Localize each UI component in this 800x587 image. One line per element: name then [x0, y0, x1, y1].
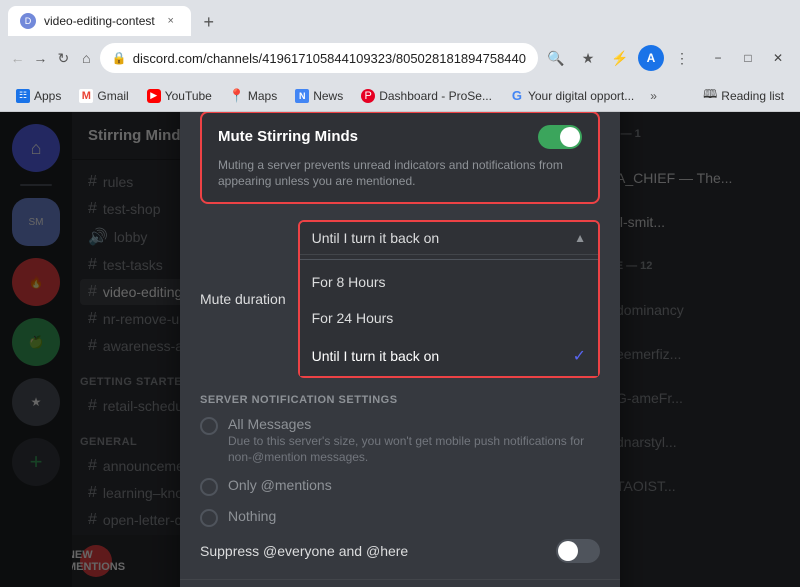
- reload-button[interactable]: ↻: [54, 44, 73, 72]
- mute-toggle-switch[interactable]: [538, 125, 582, 149]
- tab-close-button[interactable]: ×: [163, 13, 179, 29]
- maps-icon: 📍: [230, 89, 244, 103]
- url-bar[interactable]: 🔒 discord.com/channels/41961710584410932…: [100, 43, 538, 73]
- bookmarks-bar: ☷ Apps M Gmail ▶ YouTube 📍 Maps N News P…: [0, 80, 800, 112]
- lock-icon: 🔒: [112, 51, 127, 65]
- bookmark-maps-label: Maps: [248, 89, 277, 103]
- bookmark-google[interactable]: G Your digital opport...: [502, 86, 642, 106]
- forward-button[interactable]: →: [31, 44, 50, 72]
- apps-icon: ☷: [16, 89, 30, 103]
- modal-footer: Done: [180, 579, 620, 587]
- mute-duration-label: Mute duration: [200, 291, 286, 307]
- radio-all-messages-content: All Messages Due to this server's size, …: [228, 416, 600, 465]
- bookmark-maps[interactable]: 📍 Maps: [222, 86, 285, 106]
- window-controls: − □ ✕: [704, 44, 792, 72]
- mute-duration-dropdown[interactable]: Until I turn it back on ▲ For 8 Hours Fo…: [298, 220, 600, 378]
- menu-icon[interactable]: ⋮: [668, 44, 696, 72]
- tab-title: video-editing-contest: [44, 14, 155, 28]
- radio-nothing-circle: [200, 509, 218, 527]
- url-text: discord.com/channels/419617105844109323/…: [133, 51, 526, 66]
- reading-list-label: Reading list: [721, 89, 784, 103]
- google-icon: G: [510, 89, 524, 103]
- radio-all-messages-desc: Due to this server's size, you won't get…: [228, 434, 600, 465]
- main-content: ⌂ SM 🔥 🍏 ★ + Stirring Minds # rules: [0, 112, 800, 587]
- pinterest-icon: P: [361, 89, 375, 103]
- bookmark-apps-label: Apps: [34, 89, 61, 103]
- dropdown-options: For 8 Hours For 24 Hours Until I turn it…: [300, 254, 598, 376]
- star-icon[interactable]: ★: [574, 44, 602, 72]
- modal-body: Mute Stirring Minds Muting a server prev…: [180, 112, 620, 579]
- reading-list-button[interactable]: 🕮 Reading list: [695, 82, 792, 109]
- toggle-knob: [560, 127, 580, 147]
- youtube-icon: ▶: [147, 89, 161, 103]
- server-notification-section: SERVER NOTIFICATION SETTINGS All Message…: [200, 394, 600, 527]
- new-tab-button[interactable]: +: [195, 8, 223, 36]
- suppress-toggle-knob: [558, 541, 578, 561]
- radio-all-messages-circle: [200, 417, 218, 435]
- radio-only-mentions[interactable]: Only @mentions: [200, 477, 600, 496]
- chevron-up-icon: ▲: [574, 231, 586, 245]
- radio-only-mentions-content: Only @mentions: [228, 477, 332, 493]
- bookmark-youtube[interactable]: ▶ YouTube: [139, 86, 220, 106]
- mute-section: Mute Stirring Minds Muting a server prev…: [200, 112, 600, 204]
- maximize-button[interactable]: □: [734, 44, 762, 72]
- suppress-row: Suppress @everyone and @here: [200, 539, 600, 563]
- section-label: SERVER NOTIFICATION SETTINGS: [200, 394, 600, 406]
- minimize-button[interactable]: −: [704, 44, 732, 72]
- mute-duration-row: Mute duration Until I turn it back on ▲ …: [200, 220, 600, 378]
- address-bar: ← → ↻ ⌂ 🔒 discord.com/channels/419617105…: [0, 36, 800, 80]
- radio-only-mentions-circle: [200, 478, 218, 496]
- dropdown-option-forever[interactable]: Until I turn it back on ✓: [300, 336, 598, 376]
- browser-icons: 🔍 ★ ⚡ A ⋮: [542, 44, 696, 72]
- mute-label: Mute Stirring Minds: [218, 128, 358, 145]
- option-24h-label: For 24 Hours: [312, 310, 394, 326]
- dropdown-divider: [300, 259, 598, 260]
- gmail-icon: M: [79, 89, 93, 103]
- profile-button[interactable]: A: [638, 45, 664, 71]
- bookmark-dashboard-label: Dashboard - ProSe...: [379, 89, 492, 103]
- radio-all-messages-label: All Messages: [228, 416, 600, 432]
- bookmark-news[interactable]: N News: [287, 86, 351, 106]
- home-button[interactable]: ⌂: [77, 44, 96, 72]
- bookmark-news-label: News: [313, 89, 343, 103]
- tab-bar: D video-editing-contest × +: [0, 0, 800, 36]
- option-8h-label: For 8 Hours: [312, 274, 386, 290]
- bookmark-dashboard[interactable]: P Dashboard - ProSe...: [353, 86, 500, 106]
- bookmark-google-label: Your digital opport...: [528, 89, 634, 103]
- suppress-toggle-switch[interactable]: [556, 539, 600, 563]
- reading-list-icon: 🕮: [703, 85, 717, 106]
- back-button[interactable]: ←: [8, 44, 27, 72]
- radio-nothing-label: Nothing: [228, 508, 276, 524]
- radio-all-messages[interactable]: All Messages Due to this server's size, …: [200, 416, 600, 465]
- dropdown-selected-text: Until I turn it back on: [312, 230, 440, 246]
- mute-description: Muting a server prevents unread indicato…: [218, 157, 582, 191]
- bookmark-gmail-label: Gmail: [97, 89, 128, 103]
- radio-only-mentions-label: Only @mentions: [228, 477, 332, 493]
- tab-favicon: D: [20, 13, 36, 29]
- suppress-label: Suppress @everyone and @here: [200, 543, 408, 559]
- radio-nothing-content: Nothing: [228, 508, 276, 524]
- more-bookmarks-button[interactable]: »: [644, 86, 663, 106]
- dropdown-option-24h[interactable]: For 24 Hours: [300, 300, 598, 336]
- dropdown-option-8h[interactable]: For 8 Hours: [300, 264, 598, 300]
- news-icon: N: [295, 89, 309, 103]
- option-forever-label: Until I turn it back on: [312, 348, 440, 364]
- selected-checkmark-icon: ✓: [573, 346, 586, 366]
- active-tab[interactable]: D video-editing-contest ×: [8, 6, 191, 36]
- radio-nothing[interactable]: Nothing: [200, 508, 600, 527]
- browser-frame: D video-editing-contest × + ← → ↻ ⌂ 🔒 di…: [0, 0, 800, 587]
- bookmark-youtube-label: YouTube: [165, 89, 212, 103]
- extensions-icon[interactable]: ⚡: [606, 44, 634, 72]
- bookmark-apps[interactable]: ☷ Apps: [8, 86, 69, 106]
- search-icon[interactable]: 🔍: [542, 44, 570, 72]
- mute-toggle-row: Mute Stirring Minds: [218, 125, 582, 149]
- modal-overlay[interactable]: Notification Settings Stirring Minds × M…: [0, 112, 800, 587]
- dropdown-selected[interactable]: Until I turn it back on ▲: [300, 222, 598, 254]
- bookmark-gmail[interactable]: M Gmail: [71, 86, 136, 106]
- window-close-button[interactable]: ✕: [764, 44, 792, 72]
- notification-settings-modal: Notification Settings Stirring Minds × M…: [180, 112, 620, 587]
